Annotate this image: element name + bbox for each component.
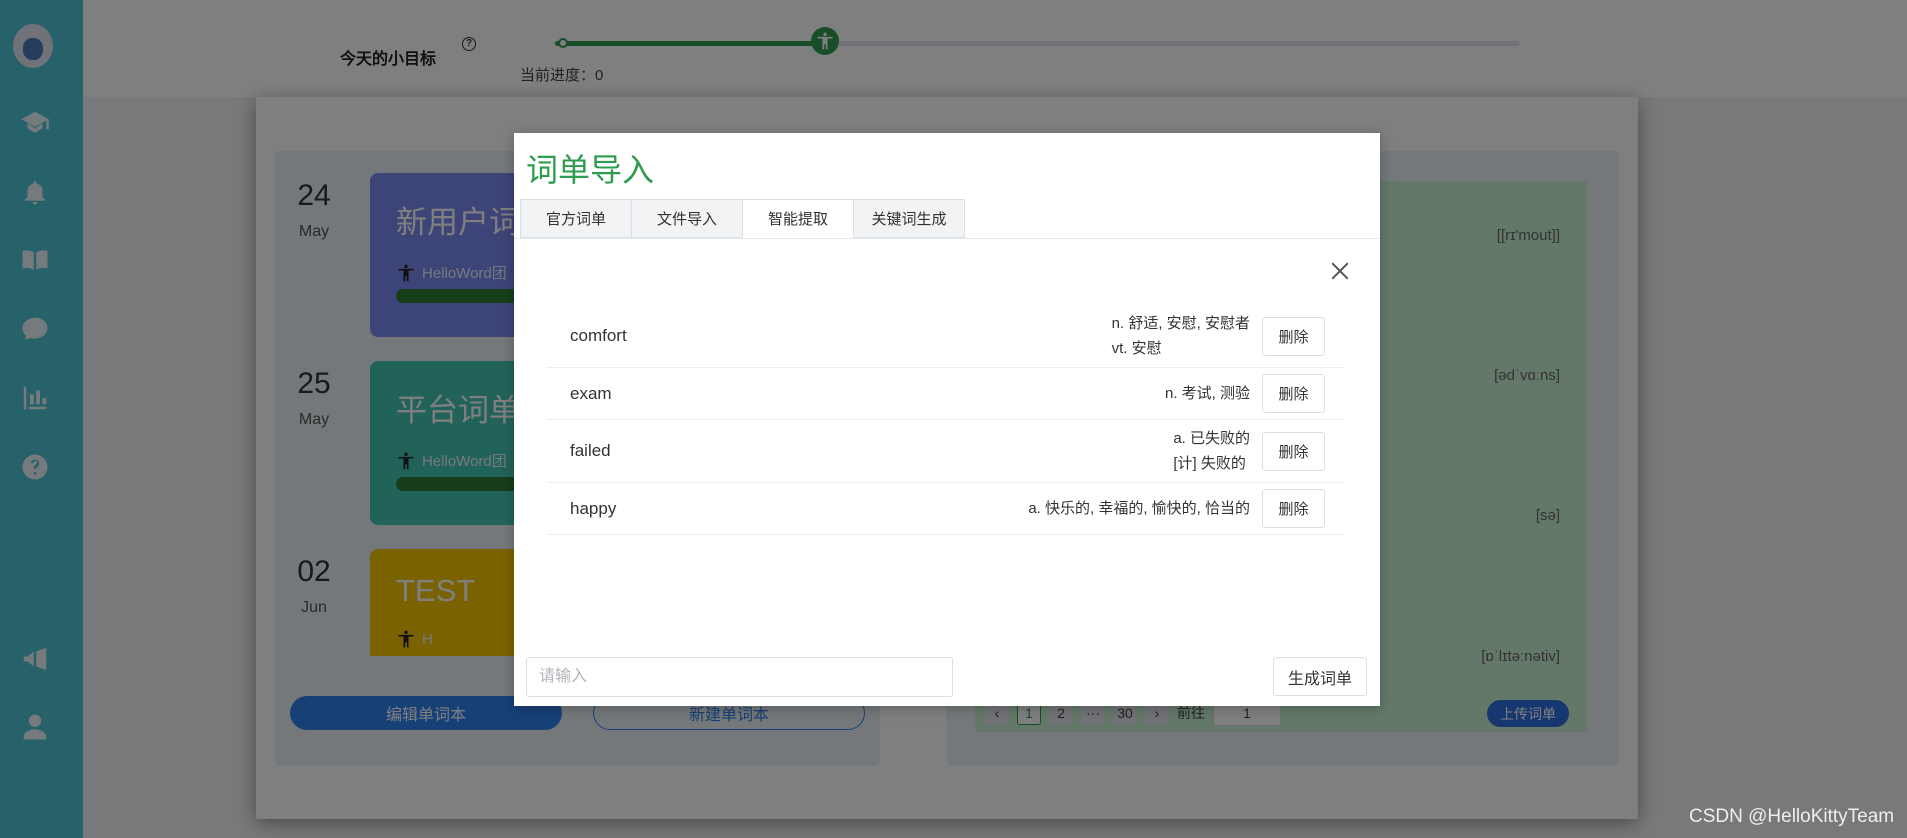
extracted-word-list: comfort n. 舒适, 安慰, 安慰者 vt. 安慰 删除 exam n. … (547, 305, 1345, 535)
generate-wordlist-button[interactable]: 生成词单 (1273, 657, 1367, 696)
delete-button[interactable]: 删除 (1262, 431, 1325, 471)
word-meaning: a. 已失败的 [计] 失败的 (1173, 430, 1250, 472)
list-item: failed a. 已失败的 [计] 失败的 删除 (547, 420, 1345, 483)
list-item: comfort n. 舒适, 安慰, 安慰者 vt. 安慰 删除 (547, 305, 1345, 368)
word-meaning: a. 快乐的, 幸福的, 愉快的, 恰当的 (1028, 500, 1250, 517)
delete-button[interactable]: 删除 (1262, 374, 1325, 413)
keyword-input[interactable] (526, 657, 953, 697)
list-item: happy a. 快乐的, 幸福的, 愉快的, 恰当的 删除 (547, 483, 1345, 535)
close-icon[interactable] (1329, 260, 1351, 282)
word-text: comfort (570, 326, 627, 345)
word-text: exam (570, 383, 612, 403)
dialog-tabs: 官方词单 文件导入 智能提取 关键词生成 (520, 199, 965, 238)
word-meaning: n. 考试, 测验 (1164, 385, 1250, 402)
tab-divider (514, 238, 1380, 239)
dialog-title: 词单导入 (526, 152, 655, 188)
tab-smart-extract[interactable]: 智能提取 (742, 199, 854, 238)
word-text: failed (570, 441, 611, 460)
delete-button[interactable]: 删除 (1262, 316, 1325, 356)
list-item: exam n. 考试, 测验 删除 (547, 368, 1345, 420)
tab-official-list[interactable]: 官方词单 (520, 199, 632, 238)
tab-file-import[interactable]: 文件导入 (631, 199, 743, 238)
word-text: happy (570, 498, 617, 518)
word-meaning: n. 舒适, 安慰, 安慰者 vt. 安慰 (1111, 315, 1250, 357)
tab-keyword-generate[interactable]: 关键词生成 (853, 199, 965, 238)
delete-button[interactable]: 删除 (1262, 489, 1325, 528)
watermark: CSDN @HelloKittyTeam (1689, 806, 1895, 827)
import-dialog: 词单导入 官方词单 文件导入 智能提取 关键词生成 comfort n. 舒适,… (514, 133, 1380, 706)
